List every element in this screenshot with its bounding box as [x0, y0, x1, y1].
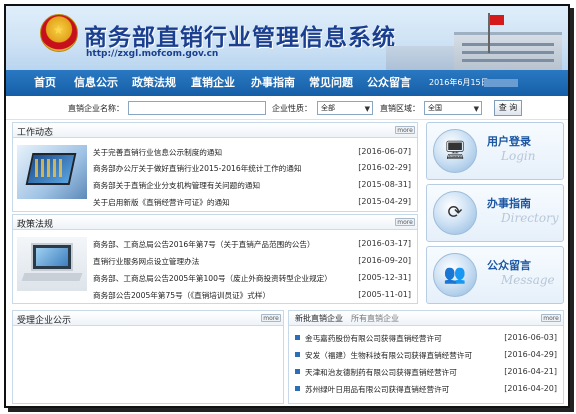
redacted-area — [484, 79, 518, 87]
nav-policy[interactable]: 政策法规 — [132, 70, 176, 96]
approved-header: 新批直销企业 所有直销企业 more — [289, 311, 563, 326]
bullet-icon — [295, 335, 300, 340]
building-image — [454, 32, 562, 70]
bullet-icon — [295, 352, 300, 357]
login-label: 用户登录 — [487, 135, 531, 148]
guide-sub: Directory — [501, 211, 559, 225]
list-item[interactable]: 天津和治友德制药有限公司获得直销经营许可 [2016-04-21] — [295, 365, 557, 379]
guide-button[interactable]: ⟳ 办事指南 Directory — [426, 184, 564, 242]
nature-label: 企业性质： — [272, 104, 312, 113]
nav-message[interactable]: 公众留言 — [367, 70, 411, 96]
accepted-companies-panel: 受理企业公示 more — [12, 310, 284, 404]
policy-more-button[interactable]: more — [395, 218, 415, 226]
policy-item[interactable]: 商务部、工商总局公告2005年第100号（废止外商投资转型企业规定） [2005… — [93, 271, 411, 285]
skyline-image — [386, 46, 456, 70]
chevron-down-icon: ▼ — [473, 105, 479, 113]
guide-icon: ⟳ — [433, 191, 477, 235]
message-sub: Message — [501, 273, 555, 287]
message-button[interactable]: 👥 公众留言 Message — [426, 246, 564, 304]
nav-companies[interactable]: 直销企业 — [191, 70, 235, 96]
region-select-value: 全国 — [428, 104, 442, 112]
nature-select-value: 全部 — [321, 104, 335, 112]
company-name-input[interactable] — [128, 101, 266, 115]
site-url: http://zxgl.mofcom.gov.cn — [86, 49, 219, 59]
tablet-chart-image — [17, 145, 87, 199]
nav-guide[interactable]: 办事指南 — [251, 70, 295, 96]
news-item[interactable]: 关于完善直销行业信息公示制度的通知 [2016-06-07] — [93, 145, 411, 159]
policy-item[interactable]: 商务部公告2005年第75号（《直销培训员证》式样） [2005-11-01] — [93, 288, 411, 302]
company-name-label: 直销企业名称： — [68, 104, 124, 113]
login-icon: 🖥 — [433, 129, 477, 173]
news-item[interactable]: 商务部办公厅关于做好直销行业2015-2016年统计工作的通知 [2016-02… — [93, 161, 411, 175]
list-item[interactable]: 安发（福建）生物科技有限公司获得直销经营许可 [2016-04-29] — [295, 348, 557, 362]
work-news-panel: 工作动态 more 关于完善直销行业信息公示制度的通知 [2016-06-07]… — [12, 122, 418, 212]
policy-item[interactable]: 商务部、工商总局公告2016年第7号（关于直销产品范围的公告） [2016-03… — [93, 237, 411, 251]
policy-item[interactable]: 直销行业服务网点设立管理办法 [2016-09-20] — [93, 254, 411, 268]
approved-companies-panel: 新批直销企业 所有直销企业 more 金丐嘉药股份有限公司获得直销经营许可 [2… — [288, 310, 564, 404]
bullet-icon — [295, 369, 300, 374]
tab-new-companies[interactable]: 新批直销企业 — [295, 313, 343, 324]
policy-panel: 政策法规 more 商务部、工商总局公告2016年第7号（关于直销产品范围的公告… — [12, 214, 418, 304]
accepted-header: 受理企业公示 more — [13, 311, 283, 326]
region-select[interactable]: 全国 ▼ — [424, 101, 482, 115]
login-button[interactable]: 🖥 用户登录 Login — [426, 122, 564, 180]
work-news-header: 工作动态 more — [13, 123, 417, 138]
message-label: 公众留言 — [487, 259, 531, 272]
approved-more-button[interactable]: more — [541, 314, 561, 322]
guide-label: 办事指南 — [487, 197, 531, 210]
nav-info-publicity[interactable]: 信息公示 — [74, 70, 118, 96]
accepted-title: 受理企业公示 — [17, 316, 72, 326]
header-banner: ★ 商务部直销行业管理信息系统 http://zxgl.mofcom.gov.c… — [6, 6, 568, 70]
work-news-title: 工作动态 — [17, 128, 54, 138]
nature-select[interactable]: 全部 ▼ — [317, 101, 373, 115]
query-button[interactable]: 查 询 — [494, 100, 522, 116]
login-sub: Login — [501, 149, 536, 163]
policy-header: 政策法规 more — [13, 215, 417, 230]
policy-title: 政策法规 — [17, 220, 54, 230]
bullet-icon — [295, 386, 300, 391]
tab-all-companies[interactable]: 所有直销企业 — [351, 313, 399, 324]
search-bar: 直销企业名称： 企业性质： 全部 ▼ 直销区域： 全国 ▼ 查 询 — [6, 96, 568, 120]
chevron-down-icon: ▼ — [364, 105, 370, 113]
news-item[interactable]: 关于启用新版《直销经营许可证》的通知 [2015-04-29] — [93, 195, 411, 209]
region-label: 直销区域： — [380, 104, 420, 113]
accepted-more-button[interactable]: more — [261, 314, 281, 322]
main-nav: 首页 信息公示 政策法规 直销企业 办事指南 常见问题 公众留言 2016年6月… — [6, 70, 568, 96]
national-emblem-icon: ★ — [40, 14, 78, 52]
list-item[interactable]: 金丐嘉药股份有限公司获得直销经营许可 [2016-06-03] — [295, 331, 557, 345]
news-item[interactable]: 商务部关于直销企业分支机构管理有关问题的通知 [2015-08-31] — [93, 178, 411, 192]
nav-home[interactable]: 首页 — [34, 70, 56, 96]
nav-faq[interactable]: 常见问题 — [309, 70, 353, 96]
message-icon: 👥 — [433, 253, 477, 297]
nav-date: 2016年6月15日 — [429, 78, 489, 87]
site-title: 商务部直销行业管理信息系统 — [84, 24, 396, 51]
list-item[interactable]: 苏州绿叶日用品有限公司获得直销经营许可 [2016-04-20] — [295, 382, 557, 396]
browser-frame: ★ 商务部直销行业管理信息系统 http://zxgl.mofcom.gov.c… — [4, 4, 570, 408]
flag-icon — [490, 15, 504, 25]
laptop-image — [17, 237, 87, 291]
work-news-more-button[interactable]: more — [395, 126, 415, 134]
